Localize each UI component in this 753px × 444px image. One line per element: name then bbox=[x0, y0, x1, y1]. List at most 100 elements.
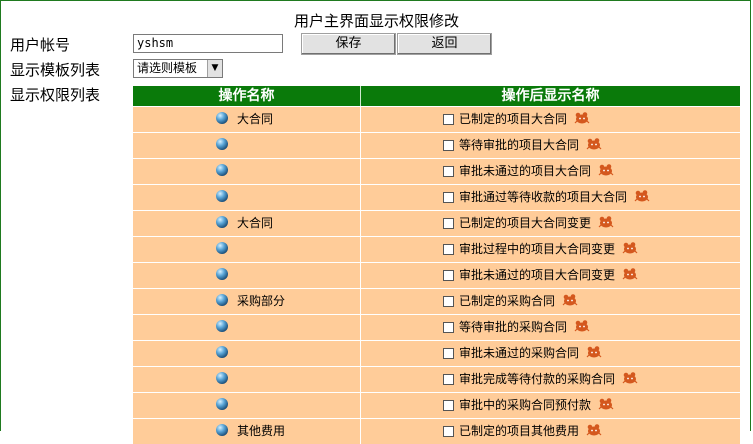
blue-ball-icon bbox=[216, 398, 228, 410]
operation-category: 大合同 bbox=[237, 112, 274, 126]
operation-cell bbox=[133, 159, 361, 184]
table-row: 审批通过等待收款的项目大合同 bbox=[133, 184, 740, 210]
bug-icon[interactable] bbox=[573, 111, 591, 125]
operation-cell bbox=[133, 315, 361, 340]
permission-option: 已制定的项目大合同 bbox=[459, 107, 591, 131]
blue-ball-icon bbox=[216, 320, 228, 332]
bug-icon[interactable] bbox=[573, 319, 591, 333]
display-cell: 已制定的项目其他费用 bbox=[361, 419, 740, 444]
permission-option: 审批通过等待收款的项目大合同 bbox=[459, 185, 651, 209]
operation-cell: 采购部分 bbox=[133, 289, 361, 314]
permission-option-label: 审批中的采购合同预付款 bbox=[459, 398, 592, 412]
display-cell: 审批未通过的项目大合同变更 bbox=[361, 263, 740, 288]
operation-cell bbox=[133, 367, 361, 392]
table-header: 操作名称 操作后显示名称 bbox=[133, 86, 740, 106]
chevron-down-icon[interactable]: ▼ bbox=[207, 60, 222, 77]
operation-category: 大合同 bbox=[237, 216, 274, 230]
table-row: 大合同 已制定的项目大合同变更 bbox=[133, 210, 740, 236]
display-cell: 审批未通过的项目大合同 bbox=[361, 159, 740, 184]
operation-cell bbox=[133, 393, 361, 418]
operation-cell bbox=[133, 185, 361, 210]
bug-icon[interactable] bbox=[597, 215, 615, 229]
display-cell: 已制定的采购合同 bbox=[361, 289, 740, 314]
permission-option-label: 已制定的项目大合同变更 bbox=[459, 216, 592, 230]
template-select[interactable]: 请选则模板 ▼ bbox=[133, 59, 223, 78]
operation-category: 采购部分 bbox=[237, 294, 286, 308]
operation-cell bbox=[133, 237, 361, 262]
permission-checkbox[interactable] bbox=[443, 192, 454, 203]
permission-checkbox[interactable] bbox=[443, 166, 454, 177]
blue-ball-icon bbox=[216, 268, 228, 280]
operation-cell: 大合同 bbox=[133, 211, 361, 236]
bug-icon[interactable] bbox=[585, 423, 603, 437]
permission-option-label: 已制定的采购合同 bbox=[459, 294, 556, 308]
permission-checkbox[interactable] bbox=[443, 348, 454, 359]
permission-checkbox[interactable] bbox=[443, 244, 454, 255]
permission-label: 显示权限列表 bbox=[10, 86, 101, 104]
bug-icon[interactable] bbox=[585, 137, 603, 151]
permission-checkbox[interactable] bbox=[443, 218, 454, 229]
permission-checkbox[interactable] bbox=[443, 114, 454, 125]
blue-ball-icon bbox=[216, 242, 228, 254]
table-row: 审批过程中的项目大合同变更 bbox=[133, 236, 740, 262]
operation-cell bbox=[133, 263, 361, 288]
permission-option: 已制定的项目其他费用 bbox=[459, 419, 603, 443]
table-row: 采购部分 已制定的采购合同 bbox=[133, 288, 740, 314]
permission-checkbox[interactable] bbox=[443, 296, 454, 307]
header-display-name: 操作后显示名称 bbox=[501, 88, 600, 104]
operation-cell bbox=[133, 341, 361, 366]
permission-option: 等待审批的采购合同 bbox=[459, 315, 591, 339]
bug-icon[interactable] bbox=[633, 189, 651, 203]
operation-cell: 其他费用 bbox=[133, 419, 361, 444]
page-title: 用户主界面显示权限修改 bbox=[293, 12, 459, 30]
permission-checkbox[interactable] bbox=[443, 400, 454, 411]
table-row: 审批未通过的采购合同 bbox=[133, 340, 740, 366]
permission-option: 审批中的采购合同预付款 bbox=[459, 393, 615, 417]
permission-table: 操作名称 操作后显示名称 大合同 已制定的项目大合同 等待审批的项目大合同 审批未通过… bbox=[133, 86, 740, 444]
permission-option: 审批完成等待付款的采购合同 bbox=[459, 367, 639, 391]
permission-checkbox[interactable] bbox=[443, 322, 454, 333]
permission-option-label: 审批未通过的项目大合同 bbox=[459, 164, 592, 178]
blue-ball-icon bbox=[216, 112, 228, 124]
bug-icon[interactable] bbox=[597, 163, 615, 177]
blue-ball-icon bbox=[216, 190, 228, 202]
permission-option: 审批未通过的项目大合同变更 bbox=[459, 263, 639, 287]
permission-option-label: 审批过程中的项目大合同变更 bbox=[459, 242, 616, 256]
operation-category: 其他费用 bbox=[237, 424, 286, 438]
bug-icon[interactable] bbox=[621, 267, 639, 281]
display-cell: 审批过程中的项目大合同变更 bbox=[361, 237, 740, 262]
blue-ball-icon bbox=[216, 216, 228, 228]
permission-option: 等待审批的项目大合同 bbox=[459, 133, 603, 157]
display-cell: 审批通过等待收款的项目大合同 bbox=[361, 185, 740, 210]
permission-option: 审批未通过的项目大合同 bbox=[459, 159, 615, 183]
permission-option: 审批未通过的采购合同 bbox=[459, 341, 603, 365]
table-row: 审批未通过的项目大合同变更 bbox=[133, 262, 740, 288]
bug-icon[interactable] bbox=[597, 397, 615, 411]
back-button[interactable]: 返回 bbox=[397, 33, 492, 55]
bug-icon[interactable] bbox=[561, 293, 579, 307]
display-cell: 等待审批的项目大合同 bbox=[361, 133, 740, 158]
account-input[interactable]: yshsm bbox=[133, 34, 283, 53]
permission-checkbox[interactable] bbox=[443, 426, 454, 437]
permission-option: 审批过程中的项目大合同变更 bbox=[459, 237, 639, 261]
permission-option-label: 等待审批的项目大合同 bbox=[459, 138, 580, 152]
template-label: 显示模板列表 bbox=[10, 61, 101, 79]
table-row: 等待审批的采购合同 bbox=[133, 314, 740, 340]
permission-checkbox[interactable] bbox=[443, 140, 454, 151]
table-row: 其他费用 已制定的项目其他费用 bbox=[133, 418, 740, 444]
blue-ball-icon bbox=[216, 424, 228, 436]
permission-option-label: 已制定的项目大合同 bbox=[459, 112, 568, 126]
save-button[interactable]: 保存 bbox=[301, 33, 396, 55]
display-cell: 审批完成等待付款的采购合同 bbox=[361, 367, 740, 392]
bug-icon[interactable] bbox=[621, 371, 639, 385]
bug-icon[interactable] bbox=[621, 241, 639, 255]
permission-option-label: 已制定的项目其他费用 bbox=[459, 424, 580, 438]
permission-option-label: 审批完成等待付款的采购合同 bbox=[459, 372, 616, 386]
bug-icon[interactable] bbox=[585, 345, 603, 359]
display-cell: 已制定的项目大合同变更 bbox=[361, 211, 740, 236]
permission-option-label: 等待审批的采购合同 bbox=[459, 320, 568, 334]
permission-checkbox[interactable] bbox=[443, 374, 454, 385]
account-label: 用户帐号 bbox=[10, 36, 71, 54]
permission-checkbox[interactable] bbox=[443, 270, 454, 281]
blue-ball-icon bbox=[216, 372, 228, 384]
